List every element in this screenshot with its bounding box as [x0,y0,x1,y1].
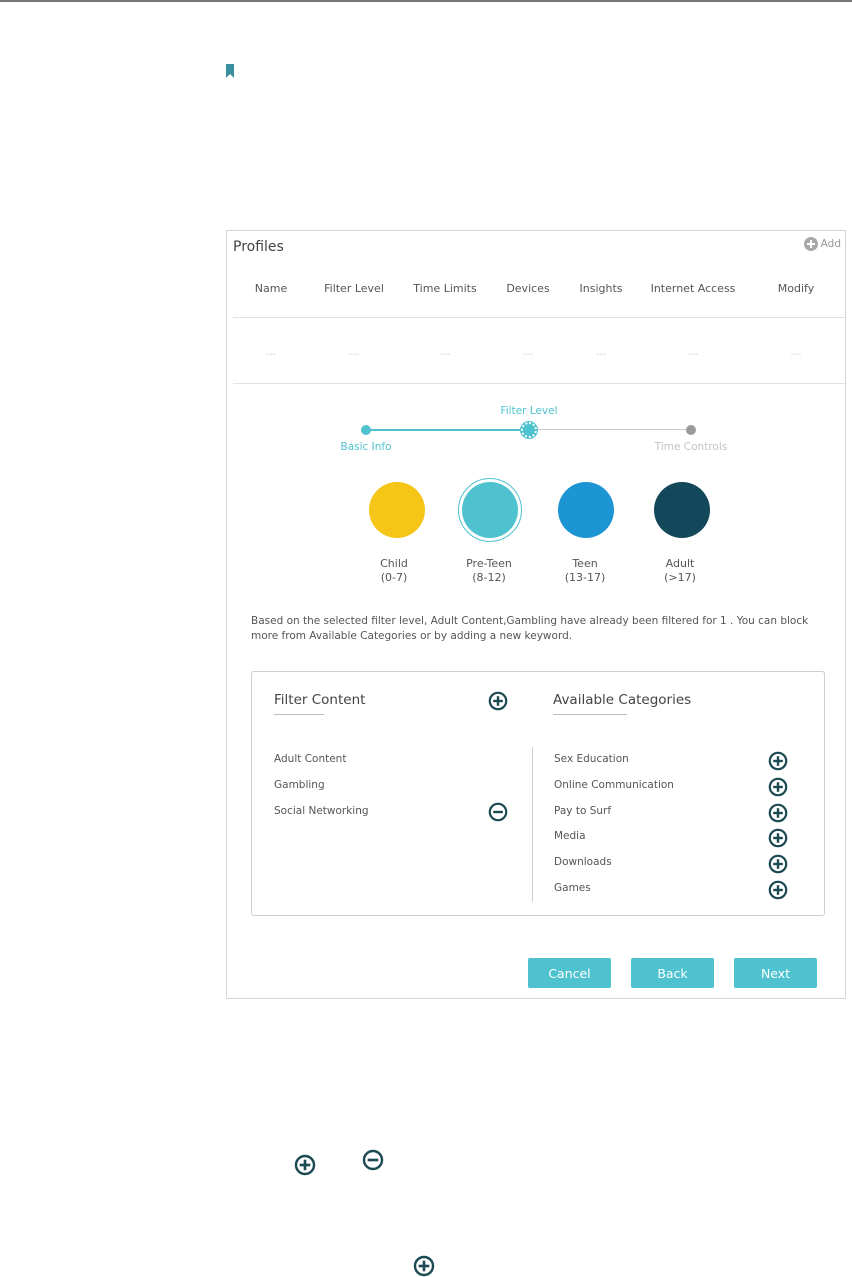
table-cell: --- [522,349,534,360]
plus-circle-icon [803,237,818,251]
category-item-sex-education[interactable]: Sex Education [554,753,629,765]
add-pay-to-surf-plus-icon[interactable] [768,803,788,823]
title-underline [274,714,324,715]
column-header-filter-level: Filter Level [324,282,384,295]
cancel-button[interactable]: Cancel [528,958,611,988]
category-box: Filter Content Available Categories Adul… [251,671,825,916]
bookmark-icon [226,64,234,78]
filter-level-pre-teen[interactable] [462,482,518,538]
table-cell: --- [439,349,451,360]
category-item-downloads[interactable]: Downloads [554,856,612,868]
category-item-online-communication[interactable]: Online Communication [554,779,674,791]
table-cell: --- [687,349,699,360]
column-divider [532,747,533,902]
add-downloads-plus-icon[interactable] [768,854,788,874]
level-name: Pre-Teen [466,557,512,570]
column-header-modify: Modify [777,282,815,295]
stepper-progress-line [366,429,529,431]
filter-content-title: Filter Content [274,692,366,708]
filtered-item-gambling[interactable]: Gambling [274,779,325,791]
step-label-time-controls: Time Controls [654,441,728,453]
level-name: Teen [572,557,598,570]
table-bottom-divider [233,383,845,384]
filter-level-child[interactable] [369,482,425,538]
level-range: (13-17) [564,571,606,584]
plus-circle-icon [294,1154,316,1176]
level-range: (0-7) [380,571,408,584]
level-name: Child [380,557,408,570]
filter-level-label-teen: Teen (13-17) [565,557,606,585]
filter-level-teen[interactable] [558,482,614,538]
column-header-time-limits: Time Limits [413,282,477,295]
remove-minus-icon[interactable] [488,802,508,822]
step-dot-time-controls[interactable] [686,425,696,435]
filtered-item-adult-content[interactable]: Adult Content [274,753,346,765]
top-rule [0,0,852,2]
back-button[interactable]: Back [631,958,714,988]
add-sex-education-plus-icon[interactable] [768,751,788,771]
step-label-basic-info: Basic Info [340,441,392,453]
column-header-name: Name [254,282,288,295]
level-range: (8-12) [472,571,506,584]
title-underline [553,714,627,715]
filter-level-label-pre-teen: Pre-Teen (8-12) [466,557,512,585]
table-cell: --- [348,349,360,360]
table-cell: --- [595,349,607,360]
next-button[interactable]: Next [734,958,817,988]
stepper-remaining-line [529,429,691,430]
profiles-panel: Profiles Add Name Filter Level Time Limi… [226,230,846,999]
panel-title: Profiles [233,239,284,255]
category-item-games[interactable]: Games [554,882,591,894]
step-dot-filter-level[interactable] [521,422,537,438]
filter-info-text: Based on the selected filter level, Adul… [251,615,809,642]
minus-circle-icon [362,1149,384,1171]
filter-level-label-child: Child (0-7) [380,557,408,585]
add-profile-button[interactable]: Add [803,237,841,251]
category-item-media[interactable]: Media [554,830,586,842]
level-range: (>17) [664,571,696,584]
column-header-insights: Insights [579,282,623,295]
filtered-item-social-networking[interactable]: Social Networking [274,805,369,817]
add-label: Add [820,238,841,250]
filter-level-label-adult: Adult (>17) [664,557,696,585]
add-games-plus-icon[interactable] [768,880,788,900]
table-cell: --- [790,349,802,360]
add-online-communication-plus-icon[interactable] [768,777,788,797]
column-header-internet-access: Internet Access [650,282,736,295]
category-item-pay-to-surf[interactable]: Pay to Surf [554,805,611,817]
table-cell: --- [265,349,277,360]
add-media-plus-icon[interactable] [768,828,788,848]
level-name: Adult [665,557,695,570]
step-dot-basic-info[interactable] [361,425,371,435]
add-keyword-plus-icon[interactable] [488,691,508,711]
plus-circle-icon [413,1255,435,1277]
filter-level-adult[interactable] [654,482,710,538]
step-label-filter-level: Filter Level [500,405,558,417]
table-divider [233,317,845,318]
available-categories-title: Available Categories [553,692,692,708]
column-header-devices: Devices [506,282,550,295]
